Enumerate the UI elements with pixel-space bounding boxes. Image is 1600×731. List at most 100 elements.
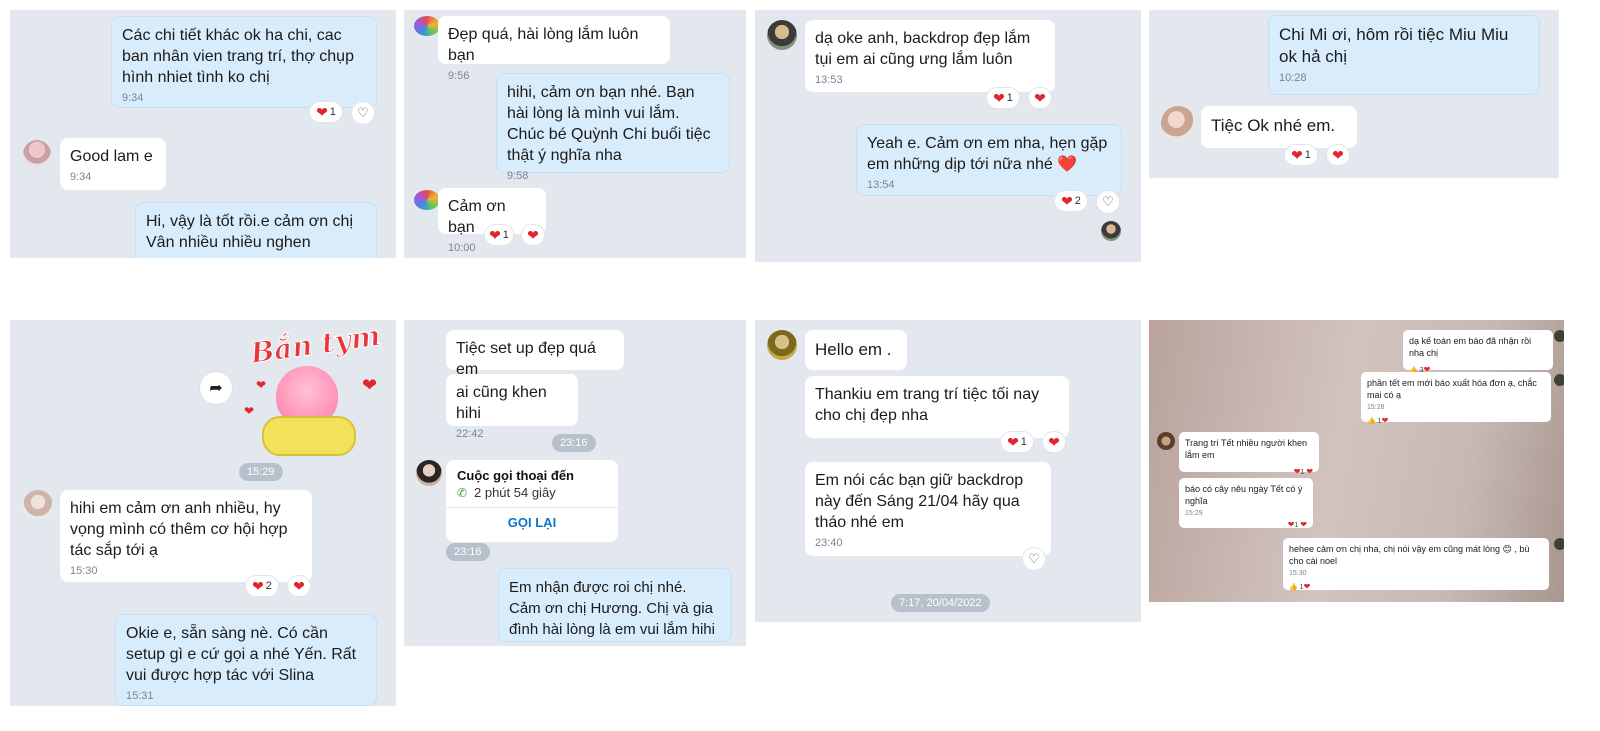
call-card[interactable]: Cuộc gọi thoại đến ✆ 2 phút 54 giây GỌI … <box>446 460 618 542</box>
heart-reaction[interactable]: ❤ <box>288 576 310 596</box>
like-button[interactable]: ♡ <box>1097 191 1119 213</box>
reaction-count: 1 <box>1304 149 1311 161</box>
message-text: hehee cảm ơn chị nha, chị nói vậy em cũn… <box>1289 544 1530 566</box>
avatar[interactable] <box>1554 374 1564 386</box>
avatar[interactable] <box>1157 432 1175 450</box>
reaction-badge[interactable]: ❤ 1 <box>1001 432 1033 452</box>
message-text: Good lam e <box>70 148 153 165</box>
reaction-badge[interactable]: ❤ 1 <box>485 225 513 245</box>
message-bubble[interactable]: hihi em cảm ơn anh nhiều, hy vọng mình c… <box>60 490 312 582</box>
chat-panel-2: Đẹp quá, hài lòng lắm luôn bạn 9:56 hihi… <box>404 10 746 258</box>
heart-icon: ❤ <box>1007 434 1019 450</box>
like-button[interactable]: ♡ <box>1023 548 1045 570</box>
avatar[interactable] <box>1554 538 1564 550</box>
heart-icon: ❤ <box>1061 193 1073 209</box>
reaction-badge[interactable]: ❤ 2 <box>246 576 278 596</box>
heart-outline-icon: ♡ <box>1028 551 1040 566</box>
call-back-button[interactable]: GỌI LẠI <box>446 515 618 530</box>
message-text: Hello em . <box>815 340 892 359</box>
heart-icon: ❤ <box>316 104 328 120</box>
message-bubble[interactable]: Tiệc set up đẹp quá em <box>446 330 624 378</box>
avatar[interactable] <box>23 490 53 520</box>
reaction-badge[interactable]: ❤ 1 <box>1285 145 1317 165</box>
message-text: Hi, vậy là tốt rồi.e cảm ơn chị Vân nhiề… <box>146 213 354 251</box>
call-duration: 2 phút 54 giây <box>474 485 556 500</box>
message-text: hihi em cảm ơn anh nhiều, hy vọng mình c… <box>70 500 288 559</box>
time-separator: 23:16 <box>552 434 596 452</box>
message-bubble[interactable]: dạ oke anh, backdrop đẹp lắm tụi em ai c… <box>805 20 1055 92</box>
message-time: 23:40 <box>815 537 843 549</box>
message-bubble[interactable]: Good lam e 9:34 <box>60 138 166 190</box>
heart-reaction[interactable]: ❤ <box>1327 145 1349 165</box>
message-bubble[interactable]: Thankiu em trang trí tiệc tối nay cho ch… <box>805 376 1069 438</box>
reaction-count: 2 <box>1074 195 1081 207</box>
message-text: Chi Mi ơi, hôm rồi tiệc Miu Miu ok hả ch… <box>1279 25 1509 66</box>
reaction-badge[interactable]: ❤ 2 <box>1055 191 1087 211</box>
message-time: 13:54 <box>867 179 895 191</box>
heart-icon: ❤ <box>1381 416 1389 425</box>
message-text: Tiệc set up đẹp quá em <box>456 340 596 378</box>
message-bubble[interactable]: Chi Mi ơi, hôm rồi tiệc Miu Miu ok hả ch… <box>1268 15 1540 95</box>
message-bubble[interactable]: hehee cảm ơn chị nha, chị nói vậy em cũn… <box>1283 538 1549 591</box>
reaction-count: 2 <box>265 580 272 592</box>
call-divider <box>446 507 618 508</box>
message-time: 9:58 <box>507 170 529 182</box>
chat-panel-8: dạ kế toán em báo đã nhận rồi nha chị 👍 … <box>1149 320 1564 602</box>
reaction-count: 1 <box>329 106 336 118</box>
heart-outline-icon: ♡ <box>1102 194 1114 209</box>
sticker[interactable]: Bắn tym ❤ ❤ ❤ <box>236 320 386 460</box>
avatar[interactable] <box>767 20 797 50</box>
message-bubble[interactable]: hihi, cảm ơn bạn nhé. Bạn hài lòng là mì… <box>496 73 730 182</box>
message-bubble[interactable]: Hi, vậy là tốt rồi.e cảm ơn chị Vân nhiề… <box>135 202 377 258</box>
reaction-badge[interactable]: ❤ 1 <box>310 102 342 122</box>
message-text: Tiệc Ok nhé em. <box>1211 116 1336 135</box>
message-bubble[interactable]: ai cũng khen hihi 22:42 <box>446 374 578 440</box>
message-text: hihi, cảm ơn bạn nhé. Bạn hài lòng là mì… <box>507 84 711 164</box>
heart-reaction[interactable]: ❤ <box>1029 88 1051 108</box>
message-time: 22:42 <box>456 428 484 440</box>
heart-icon: ❤ <box>252 578 264 594</box>
message-text: dạ oke anh, backdrop đẹp lắm tụi em ai c… <box>815 30 1031 68</box>
avatar[interactable] <box>1554 330 1564 342</box>
heart-icon: ❤ <box>1034 90 1046 106</box>
message-bubble[interactable]: Đẹp quá, hài lòng lắm luôn bạn 9:56 <box>438 16 670 82</box>
heart-icon: ❤ <box>1048 434 1060 450</box>
message-bubble[interactable]: phần tết em mới báo xuất hóa đơn ạ, chắc… <box>1361 372 1551 425</box>
avatar[interactable] <box>414 190 440 210</box>
message-text: Okie e, sẵn sàng nè. Có cần setup gì e c… <box>126 625 357 684</box>
message-bubble[interactable]: Okie e, sẵn sàng nè. Có cần setup gì e c… <box>115 614 377 706</box>
heart-reaction[interactable]: ❤ <box>1043 432 1065 452</box>
avatar[interactable] <box>1161 106 1195 140</box>
message-bubble[interactable]: Các chi tiết khác ok ha chi, cac ban nhâ… <box>111 16 377 108</box>
message-bubble[interactable]: Hello em . <box>805 330 907 370</box>
reaction-count: 1 <box>1300 469 1305 476</box>
message-time: 9:34 <box>70 171 92 183</box>
message-bubble[interactable]: Yeah e. Cảm ơn em nha, hẹn gặp em những … <box>856 124 1122 196</box>
message-time: 15:31 <box>126 690 154 702</box>
sticker-text: Bắn tym <box>248 320 383 370</box>
message-bubble[interactable]: dạ kế toán em báo đã nhận rồi nha chị 👍 … <box>1403 330 1553 374</box>
avatar[interactable] <box>23 140 51 168</box>
message-bubble[interactable]: báo có cây nêu ngày Tết có ý nghĩa 15:29… <box>1179 478 1313 529</box>
message-bubble[interactable]: Em nói các bạn giữ backdrop này đến Sáng… <box>805 462 1051 556</box>
date-separator: 7:17, 20/04/2022 <box>891 594 990 612</box>
avatar[interactable] <box>416 460 442 486</box>
heart-icon: ❤ <box>489 227 501 243</box>
chat-panel-5: Bắn tym ❤ ❤ ❤ ➦ 15:29 hihi em cảm ơn anh… <box>10 320 396 706</box>
reaction-badge[interactable]: ❤ 1 <box>987 88 1019 108</box>
heart-reaction[interactable]: ❤ <box>522 225 544 245</box>
share-button[interactable]: ➦ <box>200 372 232 404</box>
avatar[interactable] <box>414 16 440 36</box>
message-bubble[interactable]: Em nhận được roi chị nhé. Cảm ơn chị Hươ… <box>498 568 732 642</box>
sticker-hands <box>262 416 356 456</box>
heart-icon: ❤ <box>256 378 267 392</box>
reaction-count: 1 <box>502 229 509 241</box>
thumbs-up-icon: 👍 <box>1367 418 1376 425</box>
heart-icon: ❤ <box>993 90 1005 106</box>
like-button[interactable]: ♡ <box>352 102 374 124</box>
message-bubble[interactable]: Tiệc Ok nhé em. <box>1201 106 1357 148</box>
reaction-count: 1 <box>1006 92 1013 104</box>
message-bubble[interactable]: Trang trí Tết nhiều người khen lắm em ❤1… <box>1179 432 1319 476</box>
heart-icon: ❤ <box>244 404 255 418</box>
avatar[interactable] <box>767 330 797 360</box>
